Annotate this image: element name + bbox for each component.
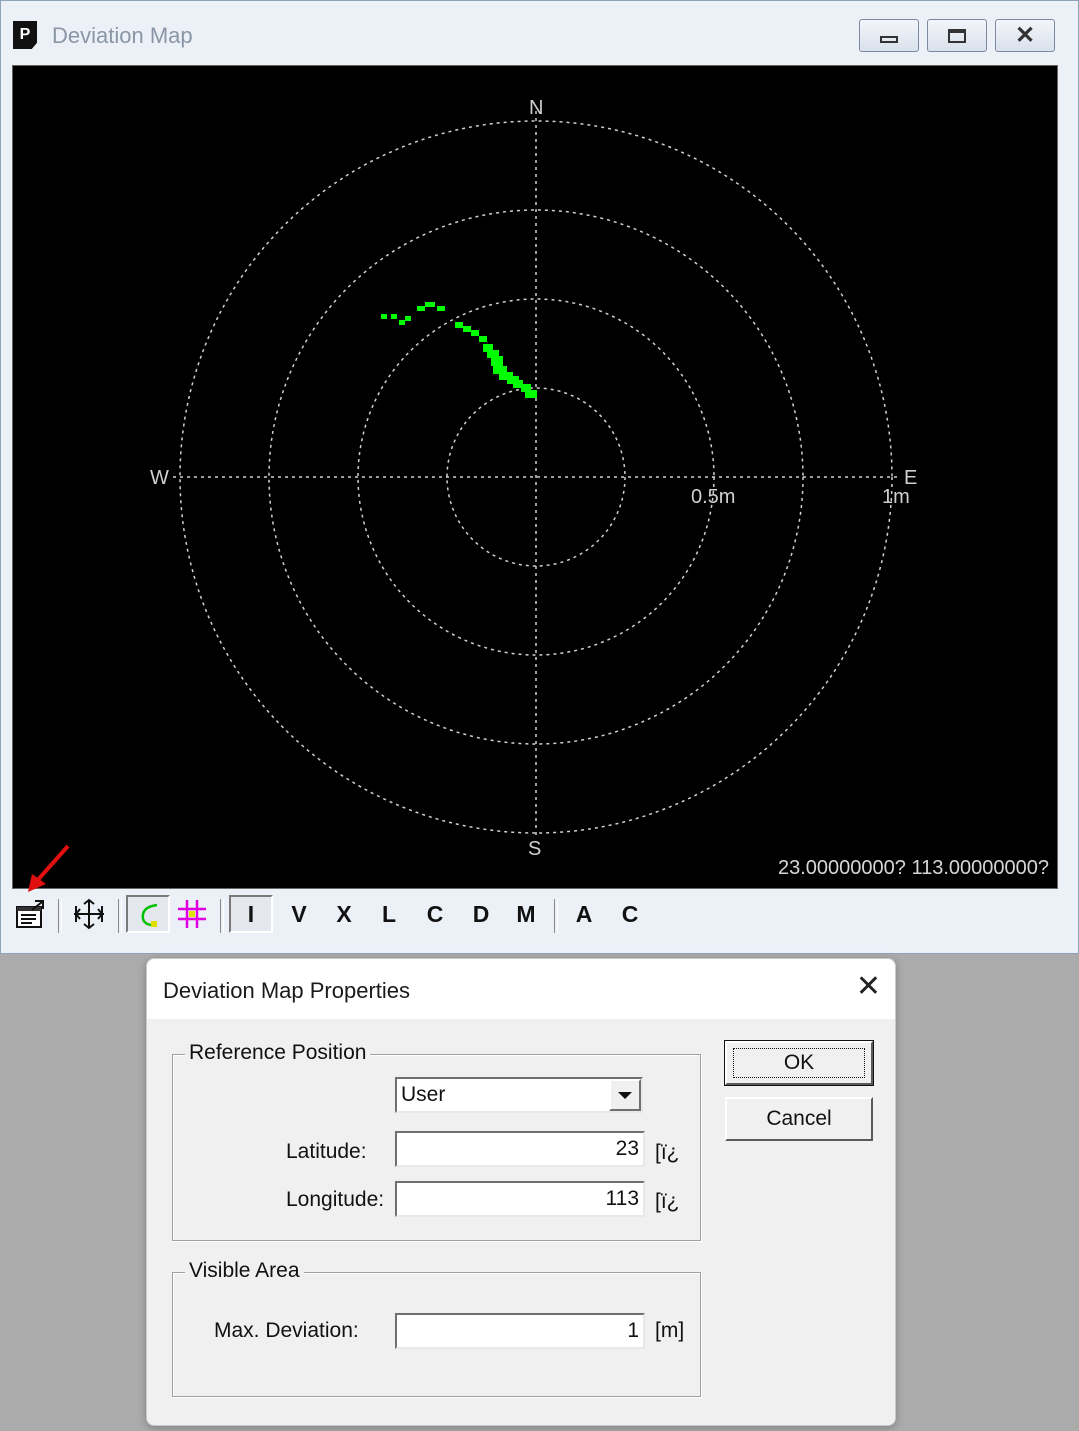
dialog-title: Deviation Map Properties	[163, 978, 411, 1003]
dropdown-arrow-button[interactable]	[609, 1079, 641, 1111]
close-icon: ✕	[855, 970, 881, 1003]
window-title: Deviation Map	[52, 23, 193, 48]
longitude-field[interactable]: 113	[395, 1181, 645, 1217]
app-icon: P	[13, 21, 37, 49]
reference-position-label: Reference Position	[185, 1041, 371, 1065]
mode-button-m[interactable]: M	[506, 895, 546, 933]
close-icon: ✕	[1014, 21, 1036, 49]
max-deviation-label: Max. Deviation:	[214, 1319, 359, 1342]
reference-position-group: Reference Position User Latitude: 23 [ï¿…	[172, 1041, 701, 1241]
scale-label-half: 0.5m	[691, 486, 735, 508]
track-point	[471, 330, 479, 336]
track-point	[417, 306, 425, 311]
fit-view-button[interactable]	[68, 895, 110, 933]
fit-view-icon	[74, 898, 104, 930]
track-point	[381, 314, 387, 319]
latitude-field[interactable]: 23	[395, 1131, 645, 1167]
close-button[interactable]: ✕	[995, 19, 1055, 52]
track-point	[399, 320, 405, 325]
track-point	[525, 390, 537, 398]
visible-area-label: Visible Area	[185, 1259, 304, 1283]
mode-button-c2[interactable]: C	[610, 895, 650, 933]
track-point	[463, 326, 471, 332]
mode-button-l[interactable]: L	[369, 895, 409, 933]
properties-dialog: Deviation Map Properties ✕ Reference Pos…	[146, 958, 896, 1426]
latitude-unit: [ï¿	[655, 1141, 680, 1164]
ok-button[interactable]: OK	[724, 1040, 874, 1086]
deviation-map-canvas[interactable]: N S E W 0.5m 1m 23.00000000? 113.0000000…	[12, 65, 1058, 889]
track-point	[437, 306, 445, 311]
toolbar: I V X L C D M A C	[10, 891, 1062, 939]
track-point	[491, 356, 503, 366]
track-point	[391, 314, 397, 319]
compass-west: W	[150, 467, 169, 489]
cancel-button[interactable]: Cancel	[725, 1097, 873, 1141]
dialog-close-button[interactable]: ✕	[856, 972, 881, 1002]
coordinates-readout: 23.00000000? 113.00000000?	[777, 857, 1049, 879]
chevron-down-icon	[618, 1091, 632, 1099]
title-bar[interactable]: P Deviation Map ✕	[1, 1, 1078, 61]
reference-mode-value: User	[401, 1083, 446, 1106]
ok-label: OK	[732, 1048, 866, 1078]
mode-button-v[interactable]: V	[279, 895, 319, 933]
visible-area-group: Visible Area Max. Deviation: 1 [m]	[172, 1259, 701, 1397]
track-icon	[141, 903, 158, 927]
minimize-button[interactable]	[859, 19, 919, 52]
track-point	[425, 302, 435, 307]
compass-south: S	[528, 838, 541, 860]
mode-button-x[interactable]: X	[324, 895, 364, 933]
mode-button-a[interactable]: A	[564, 895, 604, 933]
polar-plot: N S E W 0.5m 1m	[150, 97, 917, 860]
compass-north: N	[529, 97, 543, 119]
grid-toggle-button[interactable]	[172, 895, 212, 933]
properties-icon	[16, 900, 44, 928]
mode-button-i[interactable]: I	[229, 895, 273, 933]
grid-icon	[178, 900, 206, 928]
mode-button-d[interactable]: D	[461, 895, 501, 933]
track-point	[405, 316, 411, 321]
mode-button-c[interactable]: C	[415, 895, 455, 933]
minimize-icon	[880, 36, 898, 43]
longitude-label: Longitude:	[286, 1188, 385, 1211]
track-point	[455, 322, 463, 328]
longitude-unit: [ï¿	[655, 1190, 680, 1213]
annotation-arrow	[28, 844, 70, 892]
scale-label-one: 1m	[882, 486, 910, 508]
dialog-title-bar[interactable]: Deviation Map Properties ✕	[147, 959, 895, 1019]
maximize-icon	[948, 28, 966, 43]
properties-button[interactable]	[12, 895, 48, 933]
max-deviation-unit: [m]	[655, 1319, 685, 1342]
track-point	[479, 336, 487, 342]
track-toggle-button[interactable]	[126, 895, 170, 933]
deviation-map-window: P Deviation Map ✕ N S E W 0.5m 1m 23.000…	[0, 0, 1079, 954]
reference-mode-select[interactable]: User	[395, 1077, 643, 1113]
max-deviation-field[interactable]: 1	[395, 1313, 645, 1349]
maximize-button[interactable]	[927, 19, 987, 52]
latitude-label: Latitude:	[286, 1140, 367, 1163]
